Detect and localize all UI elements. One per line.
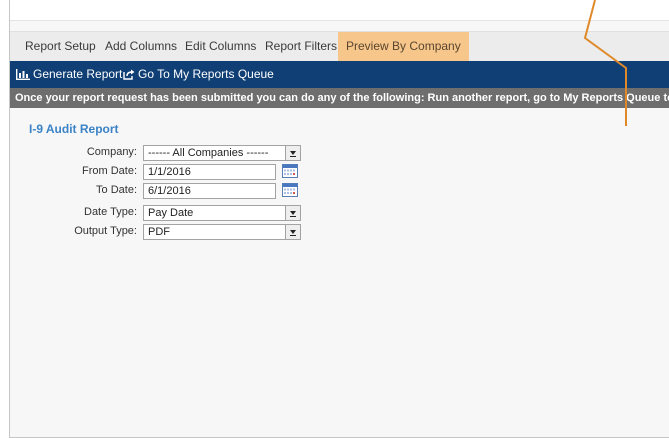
generate-report-button[interactable]: Generate Report (16, 61, 122, 88)
go-to-reports-queue-label: Go To My Reports Queue (138, 67, 274, 81)
date-type-select-value: Pay Date (148, 207, 194, 219)
go-to-reports-queue-button[interactable]: Go To My Reports Queue (123, 61, 274, 88)
tab-report-filters[interactable]: Report Filters (265, 32, 337, 62)
tab-edit-columns[interactable]: Edit Columns (185, 32, 256, 62)
output-type-select[interactable]: PDF (143, 224, 301, 240)
to-date-value: 6/1/2016 (148, 185, 191, 197)
from-date-label: From Date: (81, 165, 137, 177)
date-type-select[interactable]: Pay Date (143, 205, 301, 221)
to-date-input[interactable]: 6/1/2016 (143, 183, 276, 199)
tab-report-setup[interactable]: Report Setup (25, 32, 96, 62)
output-type-label: Output Type: (74, 225, 137, 237)
company-select[interactable]: ------ All Companies ------ (143, 145, 301, 161)
company-select-value: ------ All Companies ------ (148, 147, 269, 159)
company-label: Company: (86, 146, 137, 158)
dropdown-arrow-icon (285, 225, 300, 239)
dropdown-arrow-icon (285, 206, 300, 220)
date-type-label: Date Type: (84, 206, 137, 218)
report-toolbar: Generate Report Go To My Reports Queue (10, 61, 669, 88)
output-type-select-value: PDF (148, 226, 170, 238)
report-title: I-9 Audit Report (29, 122, 119, 136)
dropdown-arrow-icon (285, 146, 300, 160)
notice-text: Once your report request has been submit… (15, 92, 669, 104)
tab-preview-by-company[interactable]: Preview By Company (338, 32, 469, 62)
from-date-value: 1/1/2016 (148, 166, 191, 178)
bar-chart-icon (16, 69, 30, 80)
tab-add-columns[interactable]: Add Columns (105, 32, 177, 62)
share-arrow-icon (123, 69, 135, 80)
top-panel (10, 0, 669, 21)
notice-bar: Once your report request has been submit… (10, 88, 669, 108)
generate-report-label: Generate Report (33, 67, 123, 81)
calendar-icon[interactable] (282, 183, 298, 197)
calendar-icon[interactable] (282, 164, 298, 178)
to-date-label: To Date: (96, 184, 137, 196)
tab-bar: Report Setup Add Columns Edit Columns Re… (10, 31, 669, 62)
from-date-input[interactable]: 1/1/2016 (143, 164, 276, 180)
